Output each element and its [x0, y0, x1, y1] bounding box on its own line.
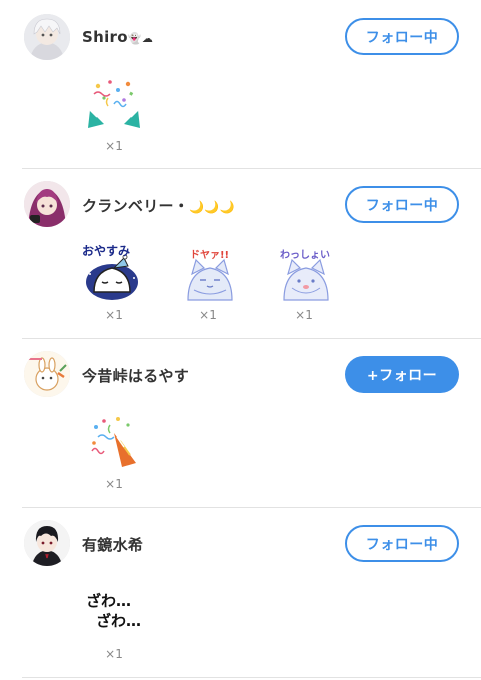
- stamp-count: ×1: [105, 139, 123, 153]
- user-name[interactable]: 今昔峠はるやす: [82, 365, 189, 386]
- avatar[interactable]: [24, 520, 70, 566]
- party-popper-stamp[interactable]: [84, 76, 144, 132]
- following-button[interactable]: フォロー中: [345, 525, 459, 562]
- avatar[interactable]: [24, 181, 70, 227]
- ghost-cloud-emoji: 👻☁: [127, 32, 154, 45]
- wasshoi-stamp[interactable]: わっしょい: [276, 244, 336, 301]
- list-item: クランベリー・🌙🌙🌙 フォロー中 おやすみ ×1 ドヤァ!! ×1 わっしょい …: [0, 169, 481, 338]
- following-button[interactable]: フォロー中: [345, 186, 459, 223]
- following-button[interactable]: フォロー中: [345, 18, 459, 55]
- stamp-count: ×1: [105, 308, 123, 322]
- user-name[interactable]: 有鏡水希: [82, 534, 143, 555]
- divider: [22, 677, 481, 678]
- stamp-text: ドヤァ!!: [190, 250, 230, 261]
- user-name[interactable]: Shiro👻☁: [82, 28, 153, 46]
- stamp-text: わっしょい: [280, 250, 330, 261]
- party-popper-stamp[interactable]: [84, 413, 144, 469]
- stamp-count: ×1: [199, 308, 217, 322]
- stamp-text: ざわ…: [96, 612, 142, 630]
- stamp-text: ざわ…: [86, 592, 132, 610]
- list-item: 今昔峠はるやす +フォロー ×1: [0, 339, 481, 507]
- crescent-moon-emoji: 🌙🌙🌙: [189, 200, 235, 214]
- user-name[interactable]: クランベリー・🌙🌙🌙: [82, 195, 235, 216]
- stamp-count: ×1: [105, 477, 123, 491]
- stamp-text: おやすみ: [82, 244, 131, 258]
- avatar[interactable]: [24, 14, 70, 60]
- doya-stamp[interactable]: ドヤァ!!: [180, 244, 240, 301]
- stamp-count: ×1: [295, 308, 313, 322]
- list-item: 有鏡水希 フォロー中 ざわ… ざわ… ×1: [0, 508, 481, 680]
- oyasumi-stamp[interactable]: おやすみ: [80, 244, 144, 300]
- stamp-count: ×1: [105, 647, 123, 661]
- follow-button[interactable]: +フォロー: [345, 356, 459, 393]
- avatar[interactable]: [24, 351, 70, 397]
- zawa-stamp[interactable]: ざわ… ざわ…: [84, 588, 148, 644]
- list-item: Shiro👻☁ フォロー中 ×1: [0, 0, 481, 168]
